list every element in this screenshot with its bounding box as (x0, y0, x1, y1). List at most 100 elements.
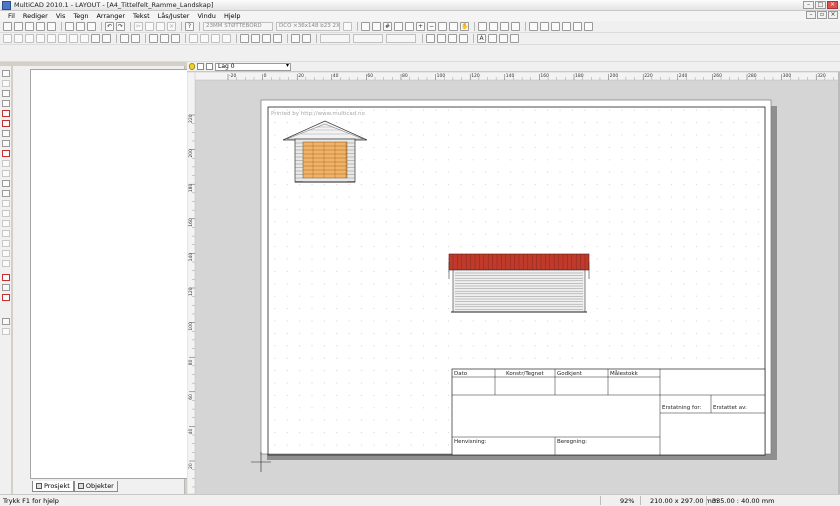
layer-print-icon[interactable] (206, 63, 213, 70)
dimension-icon[interactable] (488, 34, 497, 43)
fillet-icon[interactable] (437, 34, 446, 43)
polygon-tool-icon[interactable] (171, 34, 180, 43)
zoom-out-icon[interactable]: − (427, 22, 436, 31)
properties-icon[interactable] (511, 22, 520, 31)
layers-icon[interactable] (478, 22, 487, 31)
undo-icon[interactable]: ↶ (105, 22, 114, 31)
view-front-icon[interactable] (240, 34, 249, 43)
ungroup-icon[interactable] (102, 34, 111, 43)
roof-tool-icon[interactable] (2, 140, 10, 147)
split-icon[interactable] (459, 34, 468, 43)
ellipse-tool-icon[interactable] (211, 34, 220, 43)
beam-tool-icon[interactable] (2, 110, 10, 117)
unlink-icon[interactable] (302, 34, 311, 43)
polyline-tool-icon[interactable] (131, 34, 140, 43)
rounded-rect-tool-icon[interactable] (160, 34, 169, 43)
distribute-icon[interactable] (80, 34, 89, 43)
pattern-selector-2[interactable] (353, 34, 383, 43)
doc-close-button[interactable]: × (828, 11, 838, 19)
menu-vindu[interactable]: Vindu (193, 12, 219, 20)
print-area-icon[interactable] (2, 318, 10, 325)
layer-visible-icon[interactable] (189, 63, 195, 70)
brush-icon[interactable] (500, 22, 509, 31)
tab-objekter[interactable]: Objekter (73, 481, 118, 492)
layer-lock-icon[interactable] (197, 63, 204, 70)
line-tool-icon[interactable] (120, 34, 129, 43)
join-icon[interactable] (448, 34, 457, 43)
grid-icon[interactable]: # (383, 22, 392, 31)
save-as-icon[interactable] (36, 22, 45, 31)
joist-tool-icon[interactable] (2, 230, 10, 237)
open-folder-icon[interactable] (14, 22, 23, 31)
view-side-icon[interactable] (251, 34, 260, 43)
hatch-icon[interactable] (499, 34, 508, 43)
table-icon[interactable] (529, 22, 538, 31)
link-icon[interactable] (291, 34, 300, 43)
material-combo[interactable]: 23MM STØTTEBORD (203, 22, 273, 31)
mirror-icon[interactable] (36, 34, 45, 43)
profile-combo[interactable]: DCO ×36x148 b23 2X (276, 22, 340, 31)
menu-tekst[interactable]: Tekst (129, 12, 154, 20)
calculator-icon[interactable] (562, 22, 571, 31)
cut-plane-icon[interactable] (2, 250, 10, 257)
move-icon[interactable] (3, 34, 12, 43)
delete-icon[interactable]: × (167, 22, 176, 31)
align-center-icon[interactable] (58, 34, 67, 43)
menu-vis[interactable]: Vis (52, 12, 70, 20)
eyedropper-icon[interactable] (2, 284, 10, 291)
layer-settings-icon[interactable] (372, 22, 381, 31)
measure-icon[interactable] (394, 22, 403, 31)
doc-restore-button[interactable]: ▫ (817, 11, 827, 19)
menu-hjelp[interactable]: Hjelp (220, 12, 245, 20)
wall-tool-icon[interactable] (2, 100, 10, 107)
doc-minimize-button[interactable]: – (806, 11, 816, 19)
copy-icon[interactable] (145, 22, 154, 31)
redo-icon[interactable]: ↷ (116, 22, 125, 31)
building-side-view[interactable] (448, 253, 590, 313)
align-left-icon[interactable] (47, 34, 56, 43)
list-icon[interactable] (540, 22, 549, 31)
rectangle-tool-icon[interactable] (149, 34, 158, 43)
column-tool-icon[interactable] (2, 120, 10, 127)
text-tool-icon[interactable]: A (477, 34, 486, 43)
menu-rediger[interactable]: Rediger (19, 12, 52, 20)
rafter-tool-icon[interactable] (2, 210, 10, 217)
settings-gear-icon[interactable] (2, 328, 10, 335)
close-document-icon[interactable] (47, 22, 56, 31)
paste-icon[interactable] (156, 22, 165, 31)
curve-tool-icon[interactable] (222, 34, 231, 43)
new-file-icon[interactable] (3, 22, 12, 31)
cut-icon[interactable]: ✂ (134, 22, 143, 31)
project-tree[interactable] (30, 69, 195, 479)
close-button[interactable]: × (827, 1, 838, 9)
foundation-tool-icon[interactable] (2, 240, 10, 247)
zoom-previous-icon[interactable] (449, 22, 458, 31)
snap-settings-icon[interactable] (361, 22, 370, 31)
cladding-tool-icon[interactable] (2, 190, 10, 197)
pattern-selector-1[interactable] (320, 34, 350, 43)
help-icon[interactable]: ? (185, 22, 194, 31)
arc-tool-icon[interactable] (189, 34, 198, 43)
menu-arranger[interactable]: Arranger (92, 12, 129, 20)
surfaces-icon[interactable] (489, 22, 498, 31)
circle-tool-icon[interactable] (200, 34, 209, 43)
symbol-icon[interactable] (510, 34, 519, 43)
maximize-button[interactable]: □ (815, 1, 826, 9)
truss-tool-icon[interactable] (2, 220, 10, 227)
floor-tool-icon[interactable] (2, 130, 10, 137)
paste-special-icon[interactable] (87, 22, 96, 31)
select-area-icon[interactable] (2, 80, 10, 87)
layer-select[interactable]: Lag 0 (215, 62, 291, 71)
copy-move-icon[interactable] (14, 34, 23, 43)
minimize-button[interactable]: – (803, 1, 814, 9)
section-icon[interactable] (2, 260, 10, 267)
select-tool-icon[interactable] (2, 70, 10, 77)
view-3d-icon[interactable] (273, 34, 282, 43)
tab-prosjekt[interactable]: Prosjekt (32, 481, 74, 492)
align-right-icon[interactable] (69, 34, 78, 43)
pattern-selector-3[interactable] (386, 34, 416, 43)
export-icon[interactable] (573, 22, 582, 31)
menu-fil[interactable]: Fil (4, 12, 19, 20)
print-icon[interactable] (65, 22, 74, 31)
zoom-in-icon[interactable]: + (416, 22, 425, 31)
